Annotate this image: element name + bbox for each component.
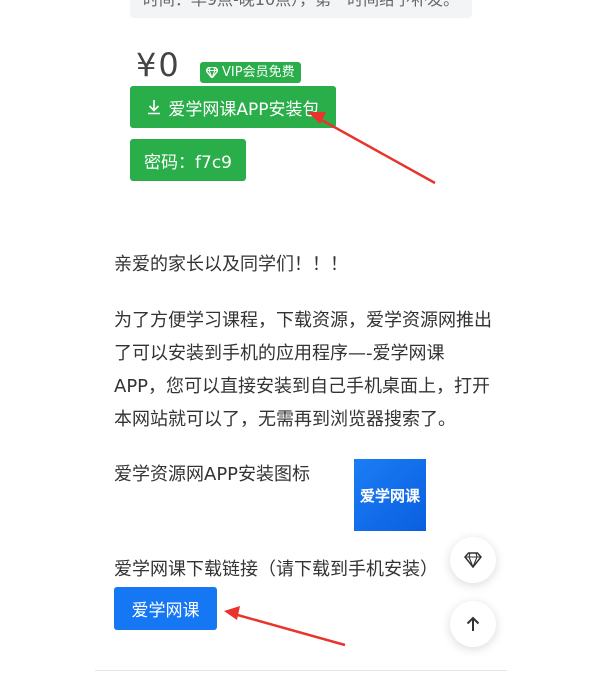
app-icon-text: 爱学网课 — [359, 486, 420, 505]
password-button[interactable]: 密码：f7c9 — [130, 139, 246, 181]
annotation-arrow-link — [224, 606, 346, 647]
back-to-top-button[interactable] — [450, 601, 496, 647]
download-app-button[interactable]: 爱学网课APP安装包 — [130, 86, 336, 128]
diamond-icon — [464, 552, 482, 568]
password-label: 密码：f7c9 — [144, 152, 232, 173]
download-app-label: 爱学网课APP安装包 — [168, 99, 320, 120]
intro-text: 为了方便学习课程，下载资源，爱学资源网推出了可以安装到手机的应用程序—-爱学网课… — [114, 310, 492, 430]
download-link-button[interactable]: 爱学网课 — [114, 587, 217, 630]
app-icon-label: 爱学资源网APP安装图标 — [114, 464, 311, 485]
vip-badge: VIP会员免费 — [200, 62, 301, 83]
diamond-icon — [206, 67, 218, 78]
vip-float-button[interactable] — [450, 537, 496, 583]
app-icon-image: 爱学网课 — [354, 459, 426, 531]
greeting-text: 亲爱的家长以及同学们！！！ — [114, 254, 348, 275]
divider — [95, 670, 507, 671]
download-icon — [148, 100, 161, 115]
arrow-up-icon — [466, 616, 480, 631]
vip-badge-label: VIP会员免费 — [222, 65, 295, 80]
download-link-label: 爱学网课下载链接（请下载到手机安装） — [114, 559, 438, 580]
download-link-button-label: 爱学网课 — [131, 601, 200, 621]
top-note: 时间：早9点-晚10点），第一时间给予补发。 — [130, 0, 472, 18]
price: ¥0 — [136, 46, 181, 84]
